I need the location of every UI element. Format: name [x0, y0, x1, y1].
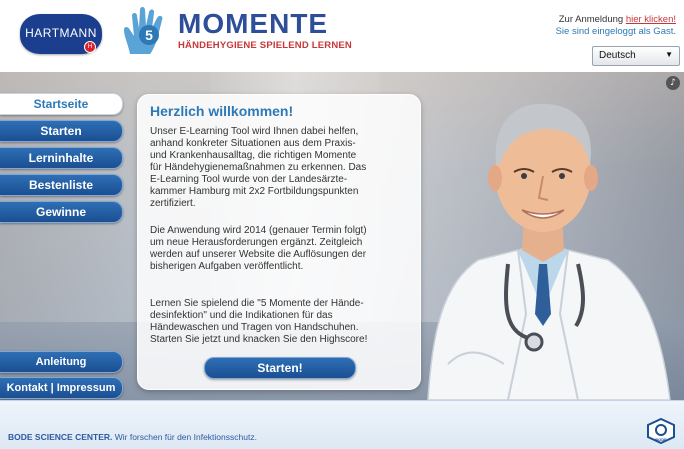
welcome-paragraph-2: Die Anwendung wird 2014 (genauer Termin … — [150, 225, 367, 272]
logo-number: 5 — [145, 27, 153, 43]
bode-badge-text: BODE — [655, 437, 667, 442]
login-prefix: Zur Anmeldung — [558, 14, 626, 25]
nav-anleitung[interactable]: Anleitung — [0, 351, 123, 373]
dropdown-arrow-icon: ▼ — [665, 50, 673, 59]
bode-seal-logo[interactable]: BODE — [646, 418, 676, 444]
footer-tagline: Wir forschen für den Infektionsschutz. — [112, 432, 257, 442]
brand-subtitle: HÄNDEHYGIENE SPIELEND LERNEN — [178, 40, 352, 51]
welcome-card: Herzlich willkommen! Unser E-Learning To… — [137, 94, 421, 390]
language-value: Deutsch — [599, 50, 636, 61]
nav-kontakt-impressum[interactable]: Kontakt | Impressum — [0, 377, 123, 399]
hartmann-logo-text: HARTMANN — [25, 26, 97, 40]
music-note-icon[interactable]: ♪ — [666, 76, 680, 90]
brand-title: MOMENTE — [178, 8, 329, 39]
hartmann-mark-icon: H — [84, 41, 96, 53]
welcome-paragraph-1: Unser E-Learning Tool wird Ihnen dabei h… — [150, 126, 367, 209]
footer-company: BODE SCIENCE CENTER. — [8, 432, 113, 442]
login-info: Zur Anmeldung hier klicken! Sie sind ein… — [556, 14, 676, 38]
welcome-paragraph-3: Lernen Sie spielend die "5 Momente der H… — [150, 298, 368, 345]
nav-gewinne[interactable]: Gewinne — [0, 201, 123, 223]
doctor-illustration — [427, 103, 671, 400]
welcome-title: Herzlich willkommen! — [150, 103, 294, 119]
hand-5-logo-icon: 5 — [124, 7, 163, 54]
nav-lerninhalte[interactable]: Lerninhalte — [0, 147, 123, 169]
footer: BODE SCIENCE CENTER. Wir forschen für de… — [0, 400, 684, 449]
language-select[interactable]: Deutsch ▼ — [592, 46, 680, 66]
login-line: Zur Anmeldung hier klicken! — [556, 14, 676, 26]
nav-startseite[interactable]: Startseite — [0, 93, 123, 115]
header: HARTMANN H 5 MOMENTE HÄNDEHYGIENE SPIELE… — [0, 0, 684, 72]
nav-bestenliste[interactable]: Bestenliste — [0, 174, 123, 196]
start-button[interactable]: Starten! — [204, 357, 356, 379]
nav-starten[interactable]: Starten — [0, 120, 123, 142]
footer-text: BODE SCIENCE CENTER. Wir forschen für de… — [8, 432, 257, 442]
login-link[interactable]: hier klicken! — [626, 14, 676, 25]
hartmann-logo[interactable]: HARTMANN H — [20, 14, 102, 54]
login-status: Sie sind eingeloggt als Gast. — [555, 26, 676, 37]
